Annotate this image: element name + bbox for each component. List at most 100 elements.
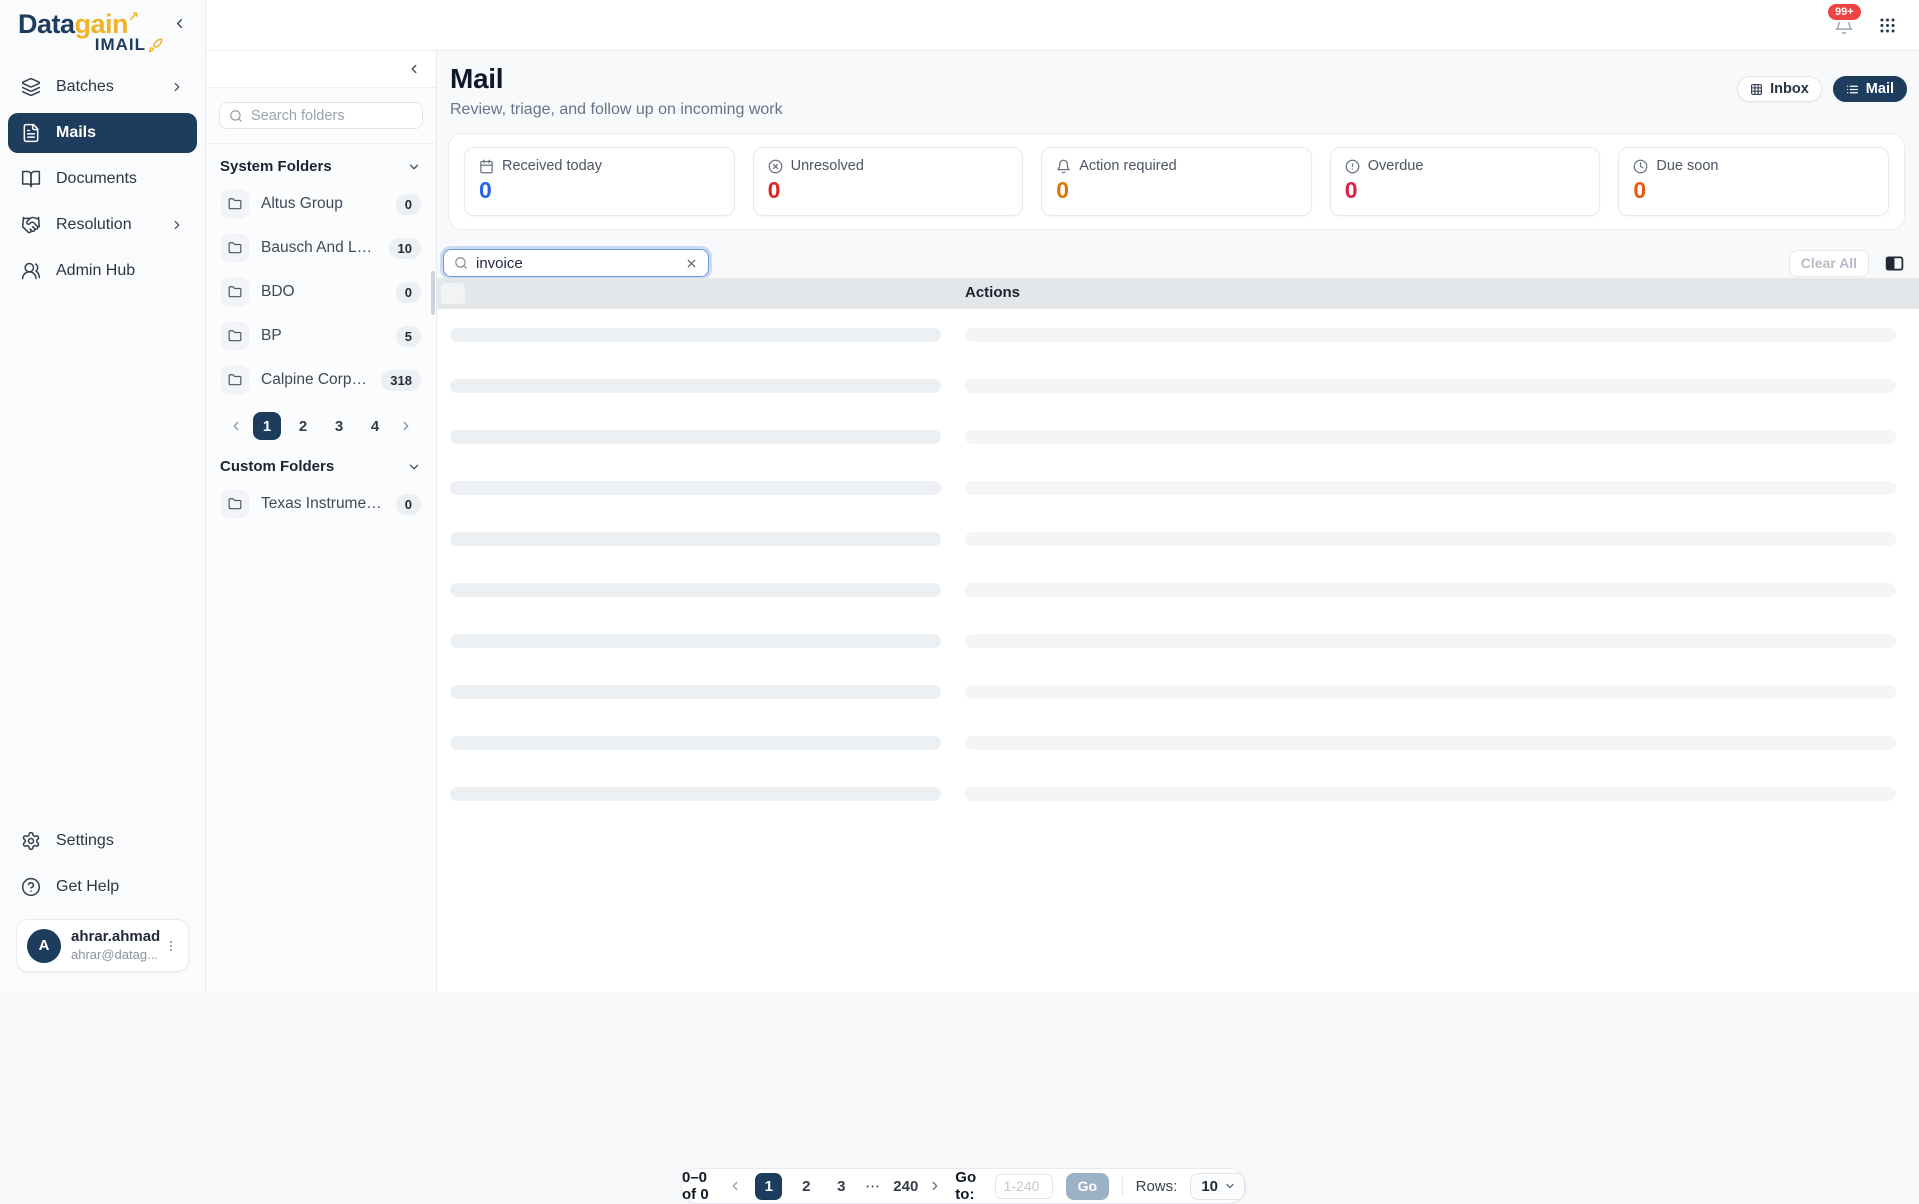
skeleton-bar [965,328,1896,342]
inbox-toggle-button[interactable]: Inbox [1737,76,1822,102]
column-settings-button[interactable] [1884,253,1905,274]
sidebar-item-label: Mails [56,124,97,142]
stat-value: 0 [1344,177,1358,203]
clear-all-button[interactable]: Clear All [1788,249,1869,277]
folder-page-3[interactable]: 3 [325,412,353,440]
more-vertical-icon[interactable] [164,939,178,953]
skeleton-bar [450,481,941,495]
rows-per-page-select[interactable]: 10 [1190,1172,1245,1200]
table-row [437,309,1919,360]
sidebar-collapse-button[interactable] [172,16,187,31]
chevron-right-icon [170,80,184,94]
stat-card-overdue: Overdue 0 [1329,147,1601,216]
mail-toggle-button[interactable]: Mail [1832,76,1907,102]
help-circle-icon [21,877,41,897]
clear-search-icon[interactable] [685,257,698,270]
sidebar-nav: Batches Mails Documents Resolution Admin… [0,67,205,291]
page-button-240[interactable]: 240 [893,1178,918,1195]
folder-page-4[interactable]: 4 [361,412,389,440]
prev-page-button[interactable] [728,1179,742,1193]
chevron-down-icon[interactable] [407,160,421,174]
folder-row-bp[interactable]: BP 5 [213,315,429,357]
prev-page-button[interactable] [227,419,245,433]
sidebar-item-admin-hub[interactable]: Admin Hub [8,251,197,291]
pagination-range: 0–0 of 0 [682,1169,709,1203]
goto-page-input[interactable] [994,1173,1053,1199]
skeleton-bar [965,583,1896,597]
list-icon [1846,85,1858,93]
chevron-down-icon[interactable] [407,460,421,474]
file-text-icon [21,123,41,143]
chevron-left-icon [176,19,183,28]
page-header: Mail Review, triage, and follow up on in… [437,51,1919,119]
folder-search-box[interactable] [219,102,423,129]
table-row [437,462,1919,513]
skeleton-bar [450,634,941,648]
user-meta: ahrar.ahmad ahrar@datag... [71,928,161,963]
folder-icon [221,190,249,218]
sidebar-item-settings[interactable]: Settings [8,821,197,861]
folder-row-altus-group[interactable]: Altus Group 0 [213,183,429,225]
folder-name: Texas Instruments Inc. [261,495,384,512]
grid-dots-icon [1880,17,1895,33]
stat-card-received-today: Received today 0 [464,147,735,216]
stat-label: Unresolved [790,158,864,174]
mail-search-input[interactable] [476,254,677,272]
stat-card-due-soon: Due soon 0 [1618,147,1889,216]
sidebar-item-resolution[interactable]: Resolution [8,205,197,245]
next-page-button[interactable] [397,419,415,433]
chevron-left-icon [411,64,417,74]
notifications-badge: 99+ [1826,2,1863,23]
scrollbar-thumb[interactable] [431,271,435,315]
folder-count-badge: 0 [395,493,421,515]
rocket-icon [148,38,163,53]
stats-container: Received today 0 Unresolved 0 Action req… [448,133,1905,230]
sidebar-item-documents[interactable]: Documents [8,159,197,199]
custom-folders-header: Custom Folders [206,444,436,481]
folder-count-badge: 0 [395,281,421,303]
sidebar-item-batches[interactable]: Batches [8,67,197,107]
folder-row-bausch-and-lomb[interactable]: Bausch And Lomb 10 [213,227,429,269]
page-button-3[interactable]: 3 [830,1178,852,1195]
stat-value: 0 [1633,177,1647,203]
folder-row-texas-instruments[interactable]: Texas Instruments Inc. 0 [213,483,429,525]
sidebar-item-label: Get Help [56,878,120,895]
mail-search-box[interactable] [443,249,709,277]
next-page-button[interactable] [928,1179,942,1193]
user-name: ahrar.ahmad [71,928,161,945]
search-icon [229,109,243,123]
actions-column-header: Actions [965,284,1021,301]
sidebar-item-get-help[interactable]: Get Help [8,867,197,907]
stat-value: 0 [479,177,492,203]
clock-icon [1633,159,1648,174]
folder-panel-header [206,51,436,88]
apps-grid-button[interactable] [1878,16,1897,35]
x-circle-icon [768,159,783,174]
folder-page-2[interactable]: 2 [289,412,317,440]
user-card[interactable]: A ahrar.ahmad ahrar@datag... [16,919,189,972]
page-button-1[interactable]: 1 [755,1172,783,1200]
folder-panel: System Folders Altus Group 0 Bausch And … [206,51,437,992]
folder-name: Bausch And Lomb [261,239,377,256]
sidebar-item-label: Settings [56,832,114,849]
folder-row-bdo[interactable]: BDO 0 [213,271,429,313]
notifications-button[interactable]: 99+ [1826,2,1863,35]
table-row [437,513,1919,564]
sidebar-item-mails[interactable]: Mails [8,113,197,154]
pagination-ellipsis: ⋯ [865,1178,881,1195]
stat-card-unresolved: Unresolved 0 [752,147,1024,216]
folder-search-input[interactable] [251,107,413,124]
folder-row-calpine-corporation[interactable]: Calpine Corporation 318 [213,359,429,401]
columns-icon [1885,256,1904,270]
page-button-2[interactable]: 2 [795,1178,817,1195]
table-row [437,564,1919,615]
table-row [437,666,1919,717]
skeleton-bar [965,787,1896,801]
folder-page-1[interactable]: 1 [253,412,281,440]
go-button[interactable]: Go [1065,1172,1110,1200]
rows-label: Rows: [1135,1177,1178,1195]
skeleton-bar [965,634,1896,648]
folder-panel-collapse-button[interactable] [407,62,421,76]
table-row [437,768,1919,819]
search-icon [454,256,468,270]
